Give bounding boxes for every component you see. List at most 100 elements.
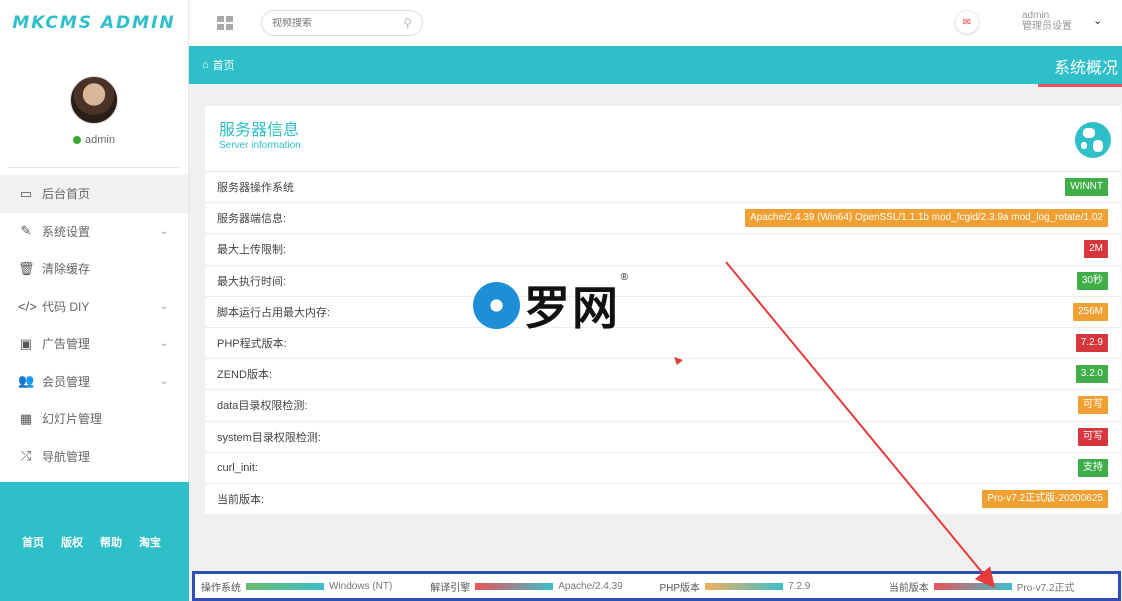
footer-link-1[interactable]: 版权 [61,534,83,550]
status-item: 当前版本 Pro-v7.2正式 [889,579,1118,594]
breadcrumb-home[interactable]: ⌂ 首页 [202,57,235,73]
sidebar-item-0[interactable]: ▭ 后台首页 [0,175,188,213]
table-row: PHP程式版本: 7.2.9 [205,328,1121,360]
user-profile: admin [8,46,180,168]
laptop-icon: ▭ [19,185,33,201]
status-badge: 3.2.0 [1075,365,1108,384]
status-badge: 2M [1084,240,1108,259]
status-label: 操作系统 [201,582,241,594]
sidebar-item-label: 幻灯片管理 [42,412,103,427]
grid-menu-icon[interactable] [217,16,233,30]
sidebar-item-label: 代码 DIY [42,299,90,314]
table-row: data目录权限检测: 可写 [205,390,1121,422]
row-label: ZEND版本: [217,369,272,382]
table-row: 最大执行时间: 30秒 [205,266,1121,297]
row-label: 脚本运行占用最大内存: [217,306,331,319]
table-row: system目录权限检测: 可写 [205,422,1121,453]
globe-icon [1075,122,1111,158]
chevron-down-icon: ⌄ [159,300,168,312]
status-progress-bar [933,582,1012,590]
user-role: 管理员设置 [1022,21,1072,32]
status-label: 解译引擎 [430,582,471,594]
sidebar-item-4[interactable]: ▣ 广告管理 ⌄ [0,325,188,363]
sidebar-item-label: 广告管理 [42,337,91,352]
status-progress-bar [246,582,324,590]
status-badge: WINNT [1065,178,1108,197]
status-bar: 操作系统 Windows (NT) 解译引擎 Apache/2.4.39 PHP版本 7.… [192,571,1121,601]
footer-link-2[interactable]: 帮助 [100,534,122,550]
panel-subtitle: Server information [219,140,301,151]
status-item: 操作系统 Windows (NT) [201,579,430,594]
status-progress-bar [705,582,784,590]
profile-username: admin [85,134,115,146]
sidebar-item-label: 会员管理 [42,374,91,389]
row-label: 服务器操作系统 [217,182,294,195]
search-box[interactable]: ⚲ [261,10,423,36]
home-icon: ⌂ [202,59,209,71]
status-progress-bar [475,582,554,590]
user-menu[interactable]: admin 管理员设置 [1022,10,1072,32]
wrench-icon: ✎ [20,223,32,239]
sidebar-item-1[interactable]: ✎ 系统设置 ⌄ [0,213,188,251]
server-info-table: 服务器操作系统 WINNT 服务器端信息: Apache/2.4.39 (Win64)… [205,172,1121,516]
row-label: 服务器端信息: [217,213,287,226]
row-label: curl_init: [217,461,258,474]
trash-icon: 🗑 [18,260,35,276]
row-label: system目录权限检测: [217,431,321,444]
status-badge: 可写 [1078,396,1108,415]
table-row: 最大上传限制: 2M [205,234,1121,266]
users-icon: 👥 [18,373,35,389]
chevron-down-icon: ⌄ [159,225,168,237]
status-badge: Apache/2.4.39 (Win64) OpenSSL/1.1.1b mod… [744,209,1108,228]
sidebar-menu: ▭ 后台首页 ✎ 系统设置 ⌄ 🗑 清除缓存 </> 代码 DIY ⌄ ▣ 广告管理 ⌄ 👥 会员管理 ⌄ ▦ 幻… [0,175,188,475]
search-input[interactable] [272,17,404,29]
panel-header: 服务器信息 Server information [205,106,1121,172]
status-value: Apache/2.4.39 [558,580,623,592]
status-value: Pro-v7.2正式 [1016,582,1075,594]
status-value: 7.2.9 [788,580,811,592]
sidebar-item-3[interactable]: </> 代码 DIY ⌄ [0,288,188,326]
chevron-down-icon[interactable]: ⌄ [1093,14,1102,27]
image-icon: ▣ [19,335,33,351]
status-badge: Pro-v7.2正式版-20200625 [982,489,1108,508]
status-badge: 30秒 [1076,271,1108,290]
topbar: ⚲ ✉ admin 管理员设置 ⌄ [189,0,1122,46]
sidebar-item-label: 清除缓存 [42,262,91,277]
breadcrumb-home-label: 首页 [212,60,235,72]
sidebar: MKCMS ADMIN admin ▭ 后台首页 ✎ 系统设置 ⌄ 🗑 清除缓存 </> 代码 … [0,0,189,601]
table-row: ZEND版本: 3.2.0 [205,359,1121,391]
sidebar-item-6[interactable]: ▦ 幻灯片管理 [0,400,188,438]
sidebar-item-5[interactable]: 👥 会员管理 ⌄ [0,363,188,401]
watermark-logo: 罗网 ® [473,272,628,338]
chevron-down-icon: ⌄ [159,375,168,387]
page-title-underline [1038,84,1122,87]
row-label: 最大执行时间: [217,275,287,288]
mail-icon[interactable]: ✉ [955,10,979,34]
footer-link-0[interactable]: 首页 [22,534,44,550]
status-badge: 7.2.9 [1075,334,1108,353]
status-item: 解译引擎 Apache/2.4.39 [430,579,659,594]
code-icon: </> [18,298,37,314]
status-badge: 支持 [1078,458,1108,477]
watermark-emblem-icon [473,281,520,329]
app-logo[interactable]: MKCMS ADMIN [0,0,188,46]
avatar[interactable] [70,76,118,124]
registered-mark: ® [620,272,628,283]
watermark-text: 罗网 [524,281,620,335]
chevron-down-icon: ⌄ [159,338,168,350]
footer-link-3[interactable]: 淘宝 [139,534,161,550]
user-name: admin [1022,10,1050,21]
status-label: 当前版本 [888,582,929,594]
row-label: 最大上传限制: [217,244,287,257]
table-row: 脚本运行占用最大内存: 256M [205,297,1121,328]
sidebar-item-label: 系统设置 [42,224,91,239]
status-label: PHP版本 [659,582,701,594]
sidebar-item-2[interactable]: 🗑 清除缓存 [0,250,188,288]
sidebar-footer: 首页 版权 帮助 淘宝 [0,482,189,601]
table-row: 服务器端信息: Apache/2.4.39 (Win64) OpenSSL/1.1… [205,203,1121,235]
table-row: 当前版本: Pro-v7.2正式版-20200625 [205,484,1121,516]
table-icon: ▦ [19,410,33,426]
sidebar-item-7[interactable]: ⤮ 导航管理 [0,438,188,476]
online-status-dot [73,136,82,144]
search-icon[interactable]: ⚲ [403,16,412,30]
